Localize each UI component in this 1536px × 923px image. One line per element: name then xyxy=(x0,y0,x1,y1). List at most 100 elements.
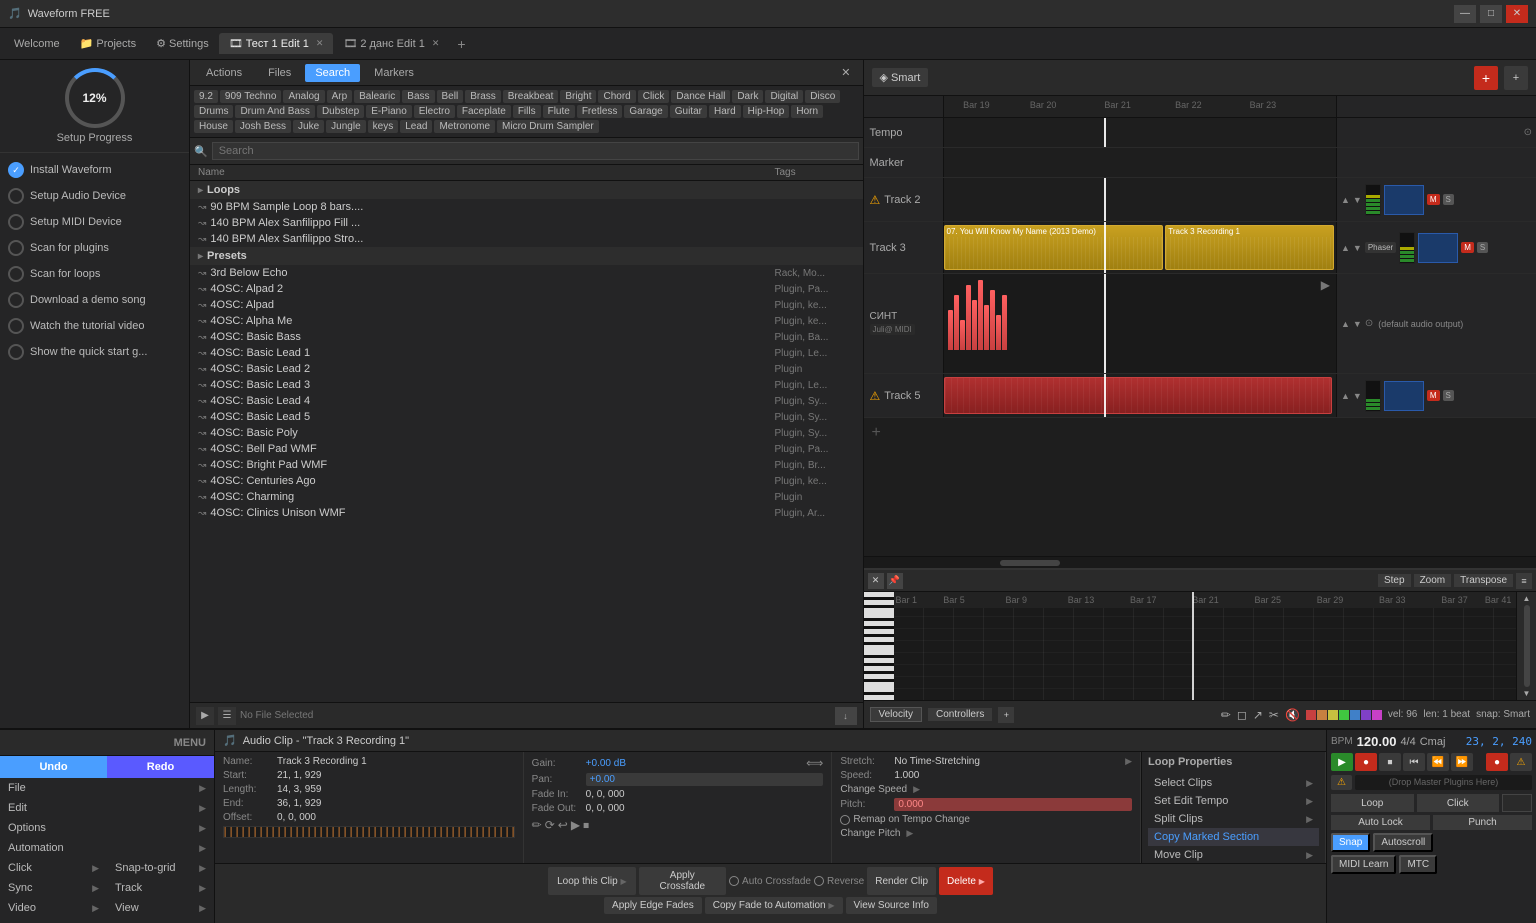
browser-item-18[interactable]: ↝4OSC: Centuries AgoPlugin, ke... xyxy=(190,473,863,489)
color-blue[interactable] xyxy=(1350,710,1360,720)
tab-welcome[interactable]: Welcome xyxy=(4,34,70,54)
tab-edit1[interactable]: 🎞 Тест 1 Edit 1 ✕ xyxy=(219,33,334,54)
browser-item-9[interactable]: ↝4OSC: Basic BassPlugin, Ba... xyxy=(190,329,863,345)
check-demo-song[interactable]: Download a demo song xyxy=(0,287,189,313)
tag-lead[interactable]: Lead xyxy=(400,120,432,133)
color-pink[interactable] xyxy=(1372,710,1382,720)
menu-help[interactable]: Help ▶ xyxy=(0,918,107,923)
mtc-button[interactable]: MTC xyxy=(1399,855,1437,874)
h-scrollbar[interactable] xyxy=(864,556,1536,568)
stretch-expand-icon[interactable]: ▶ xyxy=(1125,756,1132,767)
tag-metronome[interactable]: Metronome xyxy=(434,120,495,133)
browser-item-1[interactable]: ↝90 BPM Sample Loop 8 bars.... xyxy=(190,199,863,215)
tag-electro[interactable]: Electro xyxy=(414,105,455,118)
browser-play-button[interactable]: ▶ xyxy=(196,707,214,725)
track3-mute-button[interactable]: M xyxy=(1461,242,1474,253)
synth-expand-button[interactable]: ▶ xyxy=(1321,278,1330,292)
midi-learn-button[interactable]: MIDI Learn xyxy=(1331,855,1396,874)
browser-item-7[interactable]: ↝4OSC: AlpadPlugin, ke... xyxy=(190,297,863,313)
menu-sync[interactable]: Sync ▶ xyxy=(0,878,107,898)
clip-tool-4[interactable]: ▶ xyxy=(571,818,580,833)
split-clips-btn[interactable]: Split Clips ▶ xyxy=(1148,810,1319,828)
track3-solo-button[interactable]: S xyxy=(1477,242,1488,253)
close-button[interactable]: ✕ xyxy=(1506,5,1528,23)
autoscroll-button[interactable]: Autoscroll xyxy=(1373,833,1433,852)
menu-view[interactable]: View ▶ xyxy=(107,898,214,918)
tag-click[interactable]: Click xyxy=(638,90,670,103)
piano-zoom-button[interactable]: Zoom xyxy=(1414,574,1452,587)
tab-markers[interactable]: Markers xyxy=(362,63,426,83)
tag-keys[interactable]: keys xyxy=(368,120,399,133)
tag-909-techno[interactable]: 909 Techno xyxy=(220,90,282,103)
track3-fader[interactable] xyxy=(1418,233,1458,263)
menu-track[interactable]: Track ▶ xyxy=(107,878,214,898)
move-clip-btn[interactable]: Move Clip ▶ xyxy=(1148,846,1319,863)
view-source-button[interactable]: View Source Info xyxy=(846,897,937,914)
browser-list-button[interactable]: ☰ xyxy=(218,707,236,725)
tag-chord[interactable]: Chord xyxy=(598,90,635,103)
browser-item-11[interactable]: ↝4OSC: Basic Lead 2Plugin xyxy=(190,361,863,377)
menu-options[interactable]: Options ▶ xyxy=(0,818,214,838)
fast-forward-button[interactable]: ⏩ xyxy=(1451,753,1473,771)
tab-actions[interactable]: Actions xyxy=(194,63,254,83)
tag-dubstep[interactable]: Dubstep xyxy=(317,105,364,118)
smart-button[interactable]: ◈ Smart xyxy=(872,68,929,87)
select-clips-btn[interactable]: Select Clips ▶ xyxy=(1148,774,1319,792)
rewind-button[interactable]: ⏮ xyxy=(1403,753,1425,771)
minimize-button[interactable]: — xyxy=(1454,5,1476,23)
tag-arp[interactable]: Arp xyxy=(327,90,353,103)
tag-jungle[interactable]: Jungle xyxy=(326,120,365,133)
pencil-icon[interactable]: ✏ xyxy=(1221,708,1231,722)
tag-faceplate[interactable]: Faceplate xyxy=(457,105,511,118)
browser-item-15[interactable]: ↝4OSC: Basic PolyPlugin, Sy... xyxy=(190,425,863,441)
remap-radio[interactable] xyxy=(840,815,850,825)
tag-house[interactable]: House xyxy=(194,120,233,133)
piano-v-scrollbar[interactable] xyxy=(1524,605,1530,687)
apply-crossfade-button[interactable]: Apply Crossfade xyxy=(639,867,726,895)
redo-button[interactable]: Redo xyxy=(107,756,214,778)
click-button[interactable]: Click xyxy=(1417,794,1500,812)
controllers-tab[interactable]: Controllers xyxy=(928,708,992,721)
browser-item-10[interactable]: ↝4OSC: Basic Lead 1Plugin, Le... xyxy=(190,345,863,361)
tag-flute[interactable]: Flute xyxy=(543,105,575,118)
record-button[interactable]: ● xyxy=(1355,753,1377,771)
piano-pin-button[interactable]: 📌 xyxy=(887,573,903,589)
color-green[interactable] xyxy=(1339,710,1349,720)
copy-fade-button[interactable]: Copy Fade to Automation ▶ xyxy=(705,897,843,914)
track2-mute-button[interactable]: M xyxy=(1427,194,1440,205)
menu-automation[interactable]: Automation ▶ xyxy=(0,838,214,858)
tag-josh-bess[interactable]: Josh Bess xyxy=(235,120,291,133)
browser-item-16[interactable]: ↝4OSC: Bell Pad WMFPlugin, Pa... xyxy=(190,441,863,457)
loop-button[interactable]: Loop xyxy=(1331,794,1414,812)
tab-close-edit2[interactable]: ✕ xyxy=(432,38,440,49)
tab-search[interactable]: Search xyxy=(305,64,360,82)
color-orange[interactable] xyxy=(1317,710,1327,720)
change-speed-btn[interactable]: Change Speed xyxy=(840,784,907,795)
step-button[interactable]: Step xyxy=(1378,574,1411,587)
add-track-button[interactable]: + xyxy=(1474,66,1498,90)
tag-balearic[interactable]: Balearic xyxy=(354,90,400,103)
check-midi-device[interactable]: Setup MIDI Device xyxy=(0,209,189,235)
browser-item-20[interactable]: ↝4OSC: Clinics Unison WMFPlugin, Ar... xyxy=(190,505,863,521)
color-purple[interactable] xyxy=(1361,710,1371,720)
piano-scroll-down[interactable]: ▼ xyxy=(1523,689,1531,698)
tag-dance-hall[interactable]: Dance Hall xyxy=(671,90,730,103)
add-track-plus-icon[interactable]: + xyxy=(872,424,881,442)
clip-tool-1[interactable]: ✏ xyxy=(532,818,542,833)
warning-indicator[interactable]: ⚠ xyxy=(1331,775,1352,790)
tag-juke[interactable]: Juke xyxy=(293,120,324,133)
browser-close-button[interactable]: ✕ xyxy=(833,66,858,79)
tag-bright[interactable]: Bright xyxy=(560,90,596,103)
check-scan-loops[interactable]: Scan for loops xyxy=(0,261,189,287)
tab-settings[interactable]: ⚙ Settings xyxy=(146,33,219,54)
piano-grid[interactable]: Bar 1 Bar 5 Bar 9 Bar 13 Bar 17 Bar 21 B… xyxy=(894,592,1517,700)
arm-button[interactable]: ● xyxy=(1486,753,1508,771)
reverse-radio[interactable] xyxy=(814,876,824,886)
tag-breakbeat[interactable]: Breakbeat xyxy=(503,90,559,103)
tab-files[interactable]: Files xyxy=(256,63,303,83)
check-scan-plugins[interactable]: Scan for plugins xyxy=(0,235,189,261)
auto-lock-button[interactable]: Auto Lock xyxy=(1331,815,1430,830)
tag-bass[interactable]: Bass xyxy=(402,90,434,103)
remap-label[interactable]: Remap on Tempo Change xyxy=(853,814,970,825)
zoom-in-button[interactable]: + xyxy=(1504,66,1528,90)
